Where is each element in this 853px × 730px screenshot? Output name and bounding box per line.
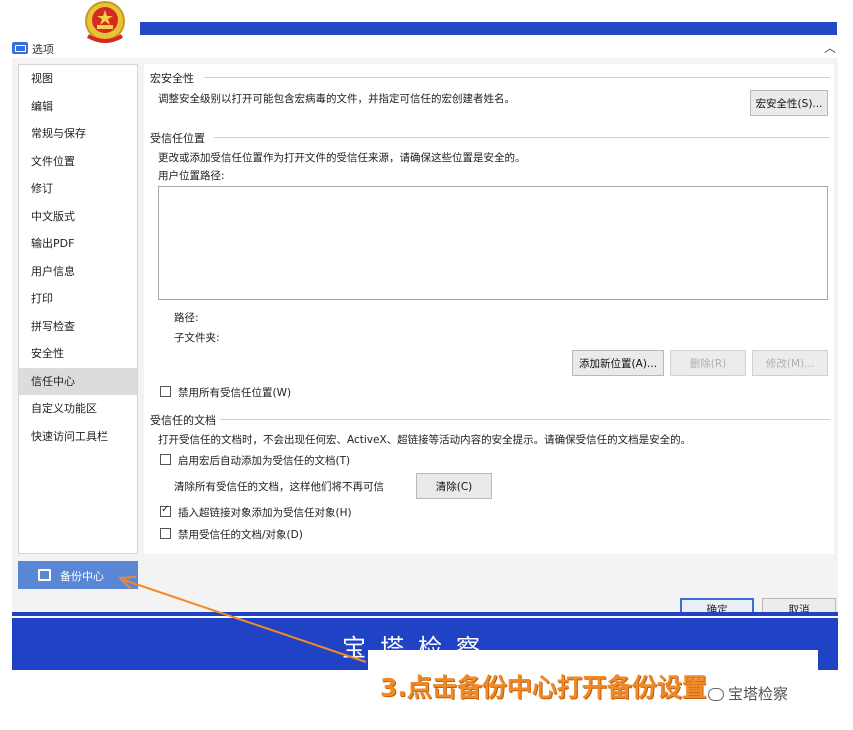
screenshot-root: 选项 ︿ 视图 编辑 常规与保存 文件位置 修订 中文版式 输出PDF 用户信息… xyxy=(0,0,853,730)
annotation-arrow-icon xyxy=(117,576,367,663)
